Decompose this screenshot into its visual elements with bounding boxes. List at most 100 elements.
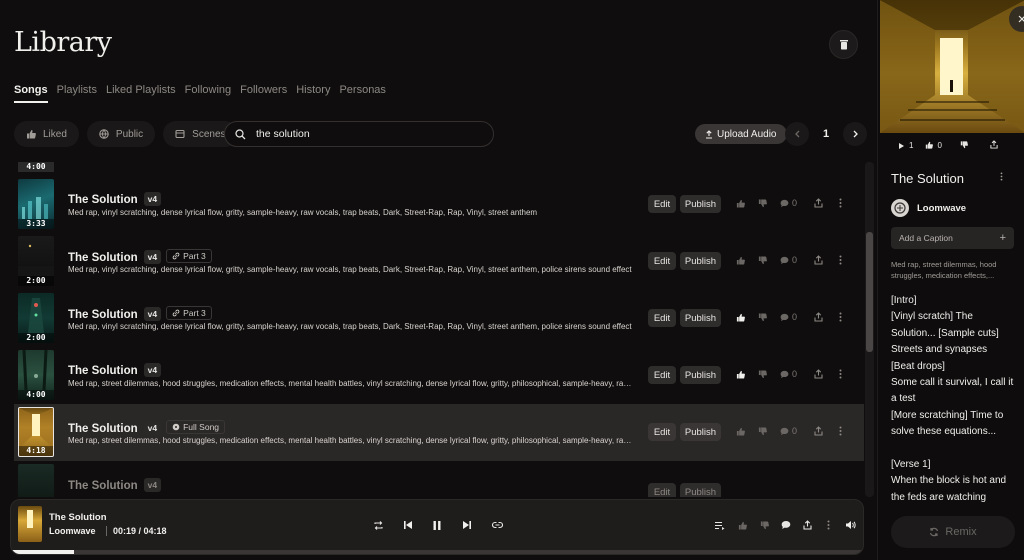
next-page-button[interactable] (843, 122, 867, 146)
scrollbar-thumb[interactable] (866, 232, 873, 352)
full-song-badge: Full Song (166, 420, 226, 434)
side-share-button[interactable] (990, 140, 998, 151)
version-badge: v4 (143, 363, 162, 377)
remix-button[interactable]: Remix (891, 516, 1015, 548)
edit-button[interactable]: Edit (648, 195, 676, 213)
public-filter[interactable]: Public (86, 121, 156, 147)
publish-button[interactable]: Publish (680, 309, 721, 327)
publish-button[interactable]: Publish (680, 366, 721, 384)
song-row[interactable]: 4:00 The Solution v4 Med rap, street dile… (14, 347, 864, 404)
edit-button[interactable]: Edit (648, 483, 676, 497)
song-thumbnail[interactable]: 3:33 (18, 179, 54, 229)
like-button[interactable] (729, 313, 751, 322)
like-button[interactable] (729, 199, 751, 208)
song-thumbnail[interactable]: 4:00 (18, 350, 54, 400)
publish-button[interactable]: Publish (680, 423, 721, 441)
share-button[interactable] (807, 198, 829, 208)
add-caption-button[interactable]: Add a Caption + (891, 227, 1014, 249)
share-icon (802, 520, 812, 530)
song-thumbnail[interactable]: 2:00 (18, 236, 54, 286)
song-title[interactable]: The Solution (68, 423, 138, 435)
upload-audio-button[interactable]: Upload Audio (695, 124, 787, 144)
tab-songs[interactable]: Songs (14, 84, 48, 103)
player-more-button[interactable] (818, 516, 838, 534)
share-button[interactable] (807, 312, 829, 322)
more-button[interactable] (829, 426, 851, 436)
liked-filter[interactable]: Liked (14, 121, 79, 147)
like-button[interactable] (729, 370, 751, 379)
version-badge: v4 (143, 421, 162, 435)
list-scrollbar[interactable] (865, 162, 874, 497)
pause-button[interactable] (427, 516, 447, 534)
side-more-button[interactable] (1000, 172, 1003, 184)
public-filter-label: Public (115, 128, 144, 140)
player-title[interactable]: The Solution (49, 512, 107, 523)
film-icon (175, 129, 185, 139)
tab-following[interactable]: Following (185, 84, 231, 103)
song-row[interactable]: 2:00 The Solution v4 Part 3 Med rap, vinyl… (14, 233, 864, 290)
share-button[interactable] (807, 255, 829, 265)
song-title[interactable]: The Solution (68, 252, 138, 264)
song-title-line: The Solution v4 Part 3 (68, 249, 212, 264)
volume-button[interactable] (840, 516, 860, 534)
song-row[interactable]: 2:00 The Solution v4 Part 3 Med rap, vinyl… (14, 290, 864, 347)
partial-row-thumbnail[interactable]: 4:00 (18, 162, 54, 172)
player-comment-button[interactable] (776, 516, 796, 534)
more-button[interactable] (829, 369, 851, 379)
share-button[interactable] (807, 369, 829, 379)
side-like-button[interactable] (925, 141, 934, 151)
tab-liked-playlists[interactable]: Liked Playlists (106, 84, 176, 103)
tab-personas[interactable]: Personas (339, 84, 385, 103)
publish-button[interactable]: Publish (680, 195, 721, 213)
song-thumbnail[interactable]: 2:00 (18, 293, 54, 343)
prev-page-button[interactable] (785, 122, 809, 146)
dislike-button[interactable] (751, 198, 773, 208)
repeat-button[interactable] (368, 516, 388, 534)
song-title[interactable]: The Solution (68, 194, 138, 206)
dislike-button[interactable] (751, 426, 773, 436)
side-artist[interactable]: Loomwave (891, 199, 966, 217)
side-dislike-button[interactable] (960, 140, 968, 151)
previous-button[interactable] (398, 516, 418, 534)
song-title[interactable]: The Solution (68, 480, 138, 492)
tab-followers[interactable]: Followers (240, 84, 287, 103)
like-button[interactable] (729, 427, 751, 436)
song-title[interactable]: The Solution (68, 365, 138, 377)
more-button[interactable] (829, 312, 851, 322)
player-share-button[interactable] (797, 516, 817, 534)
publish-button[interactable]: Publish (680, 483, 721, 497)
dislike-button[interactable] (751, 312, 773, 322)
edit-button[interactable]: Edit (648, 309, 676, 327)
song-row[interactable]: The Solution v4 Edit Publish (14, 461, 864, 497)
edit-button[interactable]: Edit (648, 423, 676, 441)
like-button[interactable] (729, 256, 751, 265)
edit-button[interactable]: Edit (648, 252, 676, 270)
song-thumbnail[interactable]: 4:18 (18, 407, 54, 457)
song-row[interactable]: 3:33 The Solution v4 Med rap, vinyl scrat… (14, 176, 864, 233)
more-button[interactable] (829, 255, 851, 265)
next-button[interactable] (457, 516, 477, 534)
tab-history[interactable]: History (296, 84, 330, 103)
player-dislike-button[interactable] (754, 516, 774, 534)
remix-icon (930, 527, 939, 537)
share-button[interactable] (807, 426, 829, 436)
song-row-active[interactable]: 4:18 The Solution v4 Full Song Med rap, st… (14, 404, 864, 461)
dislike-button[interactable] (751, 255, 773, 265)
queue-button[interactable] (709, 516, 729, 534)
dislike-button[interactable] (751, 369, 773, 379)
player-like-button[interactable] (732, 516, 752, 534)
edit-button[interactable]: Edit (648, 366, 676, 384)
song-duration: 4:00 (18, 390, 54, 400)
song-title[interactable]: The Solution (68, 309, 138, 321)
publish-button[interactable]: Publish (680, 252, 721, 270)
trash-button[interactable] (829, 30, 858, 59)
player-thumbnail[interactable] (18, 506, 42, 542)
more-button[interactable] (829, 198, 851, 208)
link-button[interactable] (487, 516, 507, 534)
player-artist[interactable]: Loomwave (49, 526, 96, 536)
tab-playlists[interactable]: Playlists (57, 84, 97, 103)
comment-count: 0 (792, 369, 798, 379)
search-input[interactable] (256, 128, 476, 140)
song-thumbnail[interactable] (18, 464, 54, 497)
playback-progress[interactable] (11, 550, 863, 554)
